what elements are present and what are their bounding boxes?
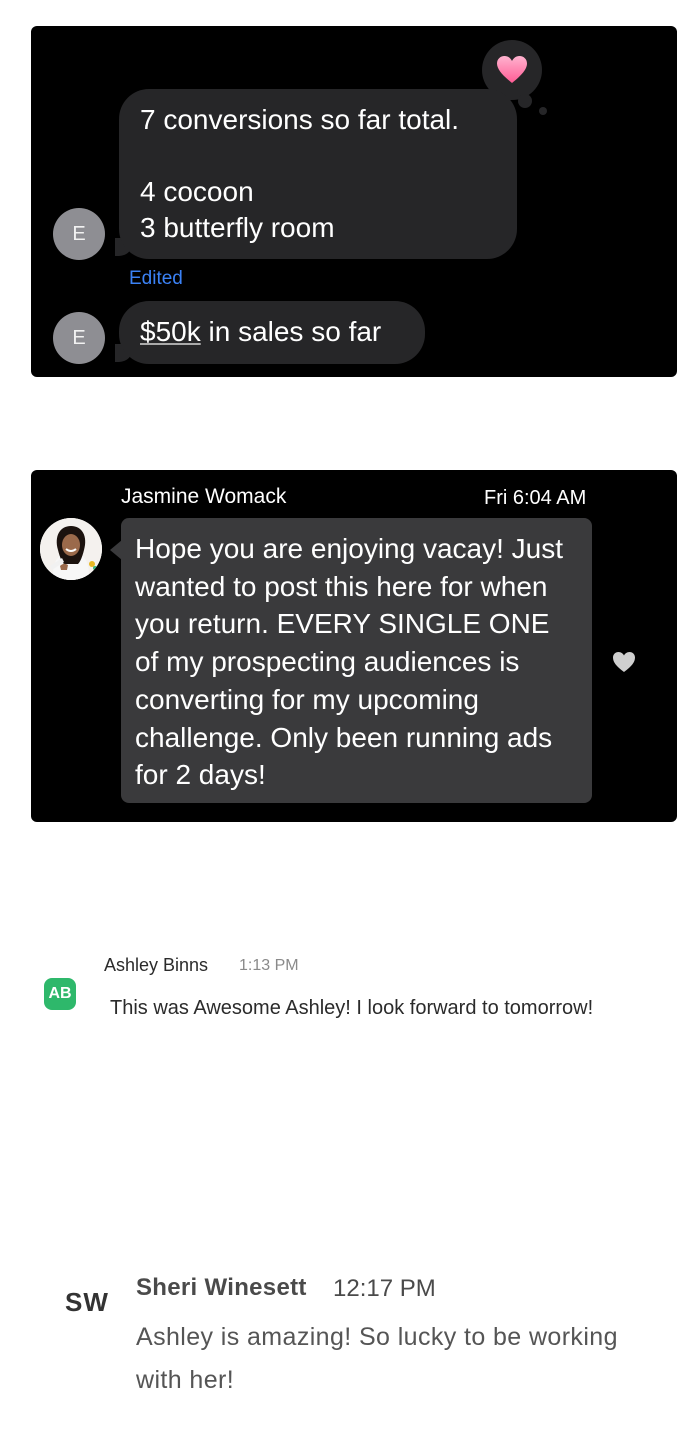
heart-icon[interactable] xyxy=(612,651,636,673)
reaction-tail-dot-small xyxy=(539,107,547,115)
message-timestamp: 1:13 PM xyxy=(239,957,299,974)
avatar[interactable] xyxy=(40,518,102,580)
message-bubble[interactable]: Hope you are enjoying vacay! Just wanted… xyxy=(121,518,592,803)
message-line: 3 butterfly room xyxy=(140,212,335,243)
imessage-panel: E 7 conversions so far total. 4 cocoon 3… xyxy=(31,26,677,377)
message-text: This was Awesome Ashley! I look forward … xyxy=(110,997,594,1019)
message-timestamp: 12:17 PM xyxy=(333,1275,436,1302)
message-link[interactable]: $50k xyxy=(140,316,201,347)
profile-photo xyxy=(40,518,102,580)
edited-label[interactable]: Edited xyxy=(129,268,183,290)
heart-icon xyxy=(497,56,527,83)
avatar[interactable]: E xyxy=(53,208,105,260)
chat-post-panel: Jasmine Womack Fri 6:04 AM Hope you are … xyxy=(31,470,677,822)
avatar[interactable]: SW xyxy=(65,1287,109,1318)
message-bubble[interactable]: $50k in sales so far xyxy=(119,301,425,364)
sender-name[interactable]: Sheri Winesett xyxy=(136,1274,307,1302)
reaction-tail-dot xyxy=(518,94,532,108)
message-text: $50k in sales so far xyxy=(140,314,381,350)
message-line: 4 cocoon xyxy=(140,176,254,207)
message-text: Hope you are enjoying vacay! Just wanted… xyxy=(135,533,564,791)
message-line: 7 conversions so far total. xyxy=(140,104,460,135)
message-timestamp: Fri 6:04 AM xyxy=(484,487,587,509)
sender-name[interactable]: Ashley Binns xyxy=(104,955,208,976)
sender-name[interactable]: Jasmine Womack xyxy=(121,485,286,509)
message-bubble[interactable]: 7 conversions so far total. 4 cocoon 3 b… xyxy=(119,89,517,259)
message-text-rest: in sales so far xyxy=(200,316,382,347)
message-text: with her! xyxy=(136,1366,235,1394)
avatar[interactable]: AB xyxy=(44,978,76,1010)
message-text: Ashley is amazing! So lucky to be workin… xyxy=(136,1323,618,1351)
avatar[interactable]: E xyxy=(53,312,105,364)
